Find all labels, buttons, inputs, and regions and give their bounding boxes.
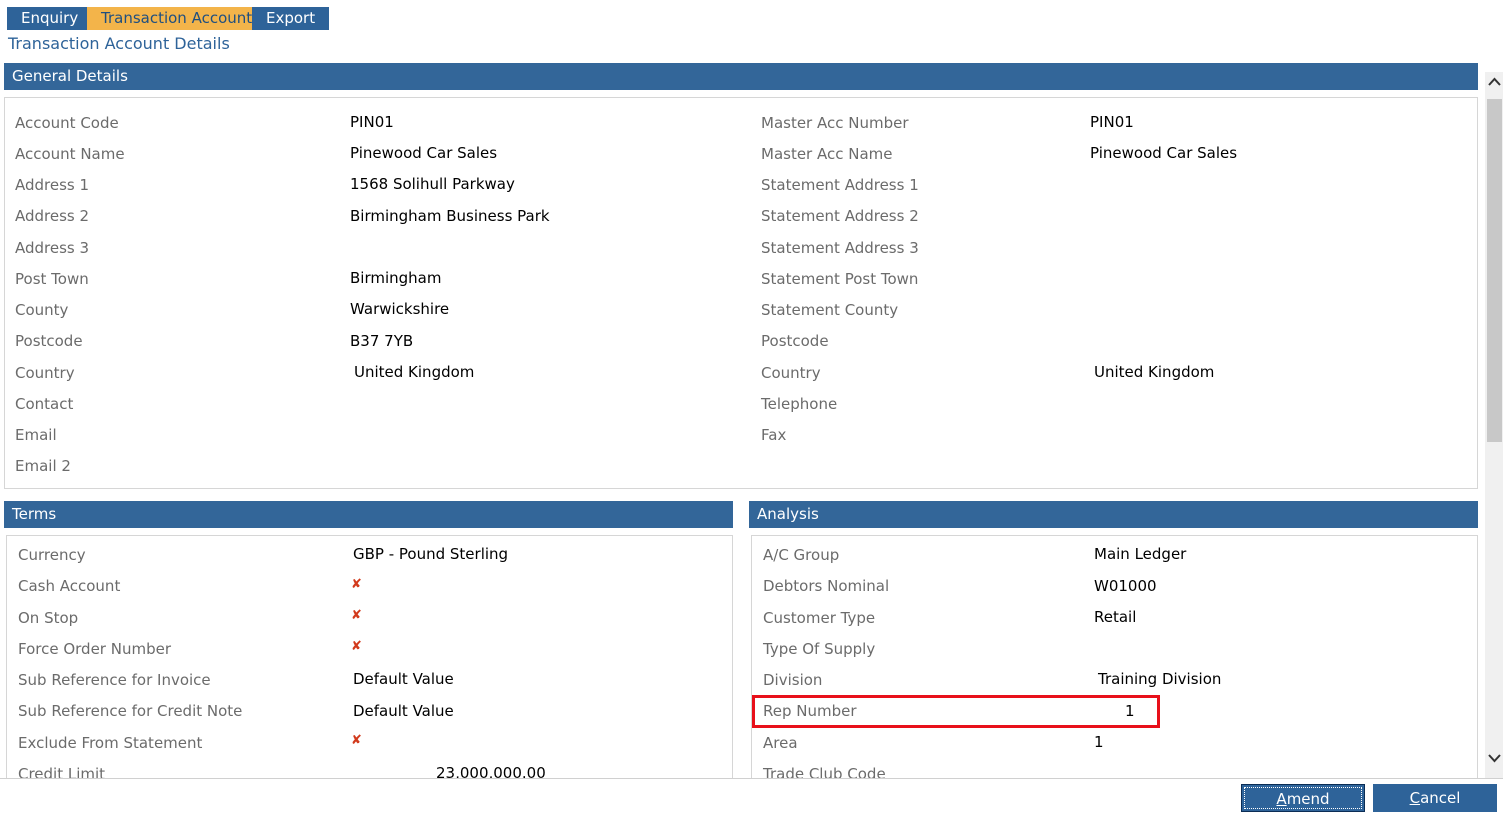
label-statement-country: Country [761, 364, 821, 382]
label-master-acc-number: Master Acc Number [761, 114, 909, 132]
label-account-name: Account Name [15, 145, 125, 163]
general-details-panel [4, 97, 1478, 489]
value-area: 1 [1094, 733, 1104, 751]
chevron-down-icon[interactable] [1487, 751, 1502, 769]
label-statement-post-town: Statement Post Town [761, 270, 919, 288]
cancel-label: ancel [1420, 789, 1461, 807]
label-address-2: Address 2 [15, 207, 90, 225]
cancel-access-key: C [1409, 789, 1421, 807]
amend-access-key: A [1276, 790, 1287, 808]
label-currency: Currency [18, 546, 86, 564]
chevron-up-icon[interactable] [1487, 75, 1502, 93]
value-sub-reference-credit-note: Default Value [353, 702, 454, 720]
label-statement-postcode: Postcode [761, 332, 829, 350]
tab-export[interactable]: Export [252, 7, 330, 30]
label-account-code: Account Code [15, 114, 119, 132]
label-sub-reference-invoice: Sub Reference for Invoice [18, 671, 211, 689]
label-telephone: Telephone [761, 395, 838, 413]
terms-header: Terms [4, 501, 733, 528]
value-account-code: PIN01 [350, 113, 394, 131]
value-address-1: 1568 Solihull Parkway [350, 175, 515, 193]
scrollbar-thumb[interactable] [1487, 99, 1502, 442]
label-address-1: Address 1 [15, 176, 90, 194]
value-ac-group: Main Ledger [1094, 545, 1187, 563]
label-fax: Fax [761, 426, 787, 444]
value-statement-country: United Kingdom [1094, 363, 1215, 381]
page-title: Transaction Account Details [8, 34, 230, 53]
value-currency: GBP - Pound Sterling [353, 545, 509, 563]
label-cash-account: Cash Account [18, 577, 121, 595]
tab-enquiry[interactable]: Enquiry [7, 7, 93, 30]
label-force-order-number: Force Order Number [18, 640, 172, 658]
label-email-2: Email 2 [15, 457, 71, 475]
value-debtors-nominal: W01000 [1094, 577, 1157, 595]
label-statement-address-1: Statement Address 1 [761, 176, 919, 194]
value-sub-reference-invoice: Default Value [353, 670, 454, 688]
analysis-header: Analysis [749, 501, 1478, 528]
label-exclude-from-statement: Exclude From Statement [18, 734, 203, 752]
value-address-2: Birmingham Business Park [350, 207, 550, 225]
value-post-town: Birmingham [350, 269, 442, 287]
cross-icon: ✘ [351, 639, 362, 654]
label-credit-limit: Credit Limit [18, 765, 106, 778]
general-details-header: General Details [4, 63, 1478, 90]
details-scroll-area: General Details Account Code PIN01 Accou… [0, 62, 1503, 778]
value-postcode: B37 7YB [350, 332, 414, 350]
value-credit-limit: 23,000,000.00 [436, 764, 546, 778]
tab-transaction-account[interactable]: Transaction Account [87, 7, 267, 30]
label-rep-number: Rep Number [763, 702, 857, 720]
cross-icon: ✘ [351, 608, 362, 623]
amend-label: mend [1286, 790, 1330, 808]
value-country: United Kingdom [354, 363, 475, 381]
value-division: Training Division [1098, 670, 1222, 688]
label-sub-reference-credit-note: Sub Reference for Credit Note [18, 702, 243, 720]
label-county: County [15, 301, 69, 319]
label-statement-address-3: Statement Address 3 [761, 239, 919, 257]
cross-icon: ✘ [351, 733, 362, 748]
value-account-name: Pinewood Car Sales [350, 144, 498, 162]
label-post-town: Post Town [15, 270, 89, 288]
label-statement-county: Statement County [761, 301, 899, 319]
value-customer-type: Retail [1094, 608, 1137, 626]
value-rep-number: 1 [1125, 702, 1135, 720]
value-master-acc-number: PIN01 [1090, 113, 1134, 131]
label-trade-club-code: Trade Club Code [763, 765, 886, 778]
label-ac-group: A/C Group [763, 546, 840, 564]
value-county: Warwickshire [350, 300, 450, 318]
footer-divider [0, 778, 1503, 779]
label-type-of-supply: Type Of Supply [763, 640, 876, 658]
label-postcode: Postcode [15, 332, 83, 350]
label-debtors-nominal: Debtors Nominal [763, 577, 890, 595]
label-master-acc-name: Master Acc Name [761, 145, 893, 163]
label-on-stop: On Stop [18, 609, 79, 627]
label-contact: Contact [15, 395, 74, 413]
value-master-acc-name: Pinewood Car Sales [1090, 144, 1238, 162]
label-address-3: Address 3 [15, 239, 90, 257]
cancel-button[interactable]: Cancel [1373, 784, 1497, 812]
amend-button[interactable]: Amend [1241, 784, 1365, 812]
label-email: Email [15, 426, 57, 444]
label-customer-type: Customer Type [763, 609, 876, 627]
label-division: Division [763, 671, 823, 689]
cross-icon: ✘ [351, 577, 362, 592]
label-area: Area [763, 734, 798, 752]
label-country: Country [15, 364, 75, 382]
label-statement-address-2: Statement Address 2 [761, 207, 919, 225]
